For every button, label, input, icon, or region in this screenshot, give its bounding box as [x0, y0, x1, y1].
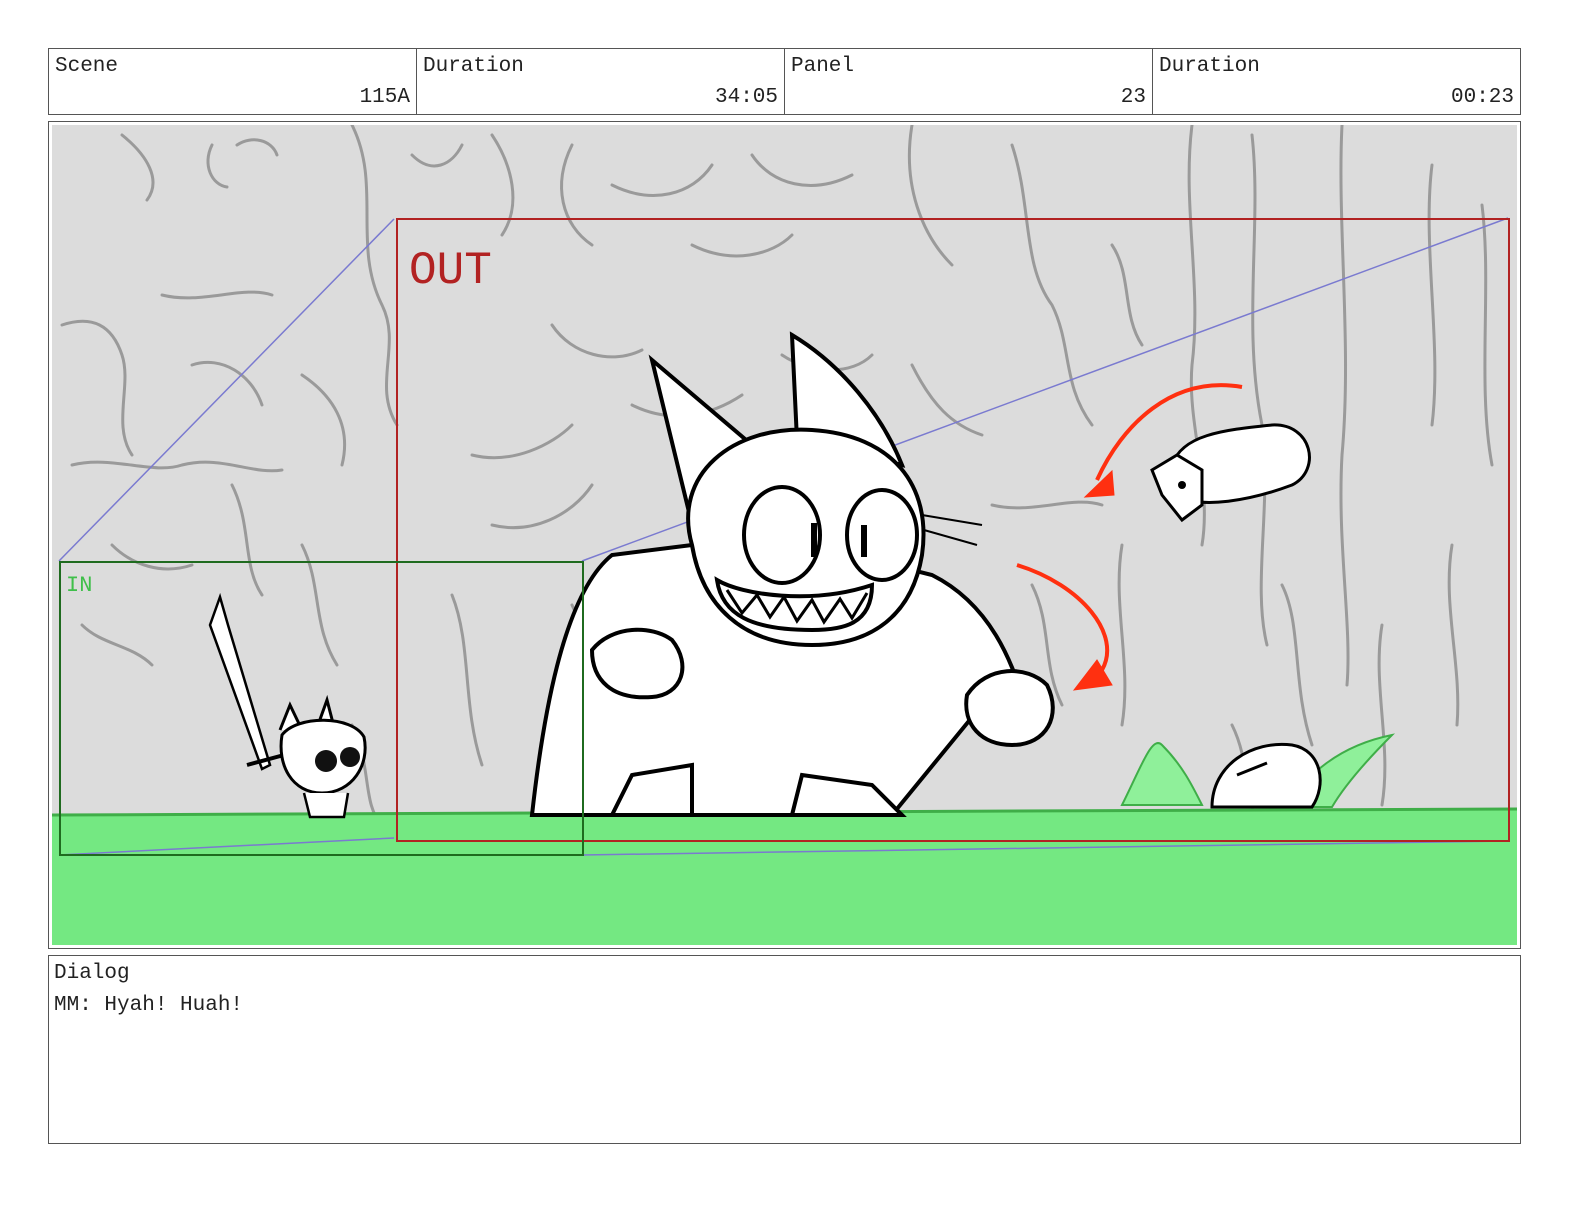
villain-fist-left: [589, 627, 685, 700]
small-cat-body: [302, 792, 350, 819]
flying-cat-eye: [1178, 481, 1186, 489]
scene-duration-value: 34:05: [714, 86, 778, 109]
scene-duration-cell: Duration 34:05: [417, 49, 785, 114]
villain-eye-right: [845, 488, 919, 582]
storyboard-drawing: OUT IN: [52, 125, 1517, 945]
panel-cell: Panel 23: [785, 49, 1153, 114]
scene-value: 115A: [359, 86, 410, 109]
in-frame-label: IN: [66, 573, 92, 598]
panel-duration-label: Duration: [1159, 55, 1260, 78]
out-frame-label: OUT: [409, 245, 492, 297]
small-cat-eye-right: [340, 747, 360, 767]
small-cat-eye-left: [315, 750, 337, 772]
villain-eye-left: [742, 485, 822, 585]
grass-ground: [52, 809, 1517, 945]
panel-header: Scene 115A Duration 34:05 Panel 23 Durat…: [48, 48, 1521, 115]
panel-value: 23: [1120, 86, 1146, 109]
panel-duration-value: 00:23: [1450, 86, 1514, 109]
scene-label: Scene: [55, 55, 119, 78]
villain-fist-right: [964, 669, 1055, 748]
dialog-box: Dialog MM: Hyah! Huah!: [48, 955, 1521, 1144]
storyboard-frame: OUT IN: [48, 121, 1521, 949]
panel-label: Panel: [791, 55, 855, 78]
scene-duration-label: Duration: [423, 55, 524, 78]
dialog-label: Dialog: [54, 962, 130, 985]
scene-cell: Scene 115A: [49, 49, 417, 114]
panel-duration-cell: Duration 00:23: [1153, 49, 1520, 114]
dialog-text: MM: Hyah! Huah!: [54, 994, 244, 1017]
